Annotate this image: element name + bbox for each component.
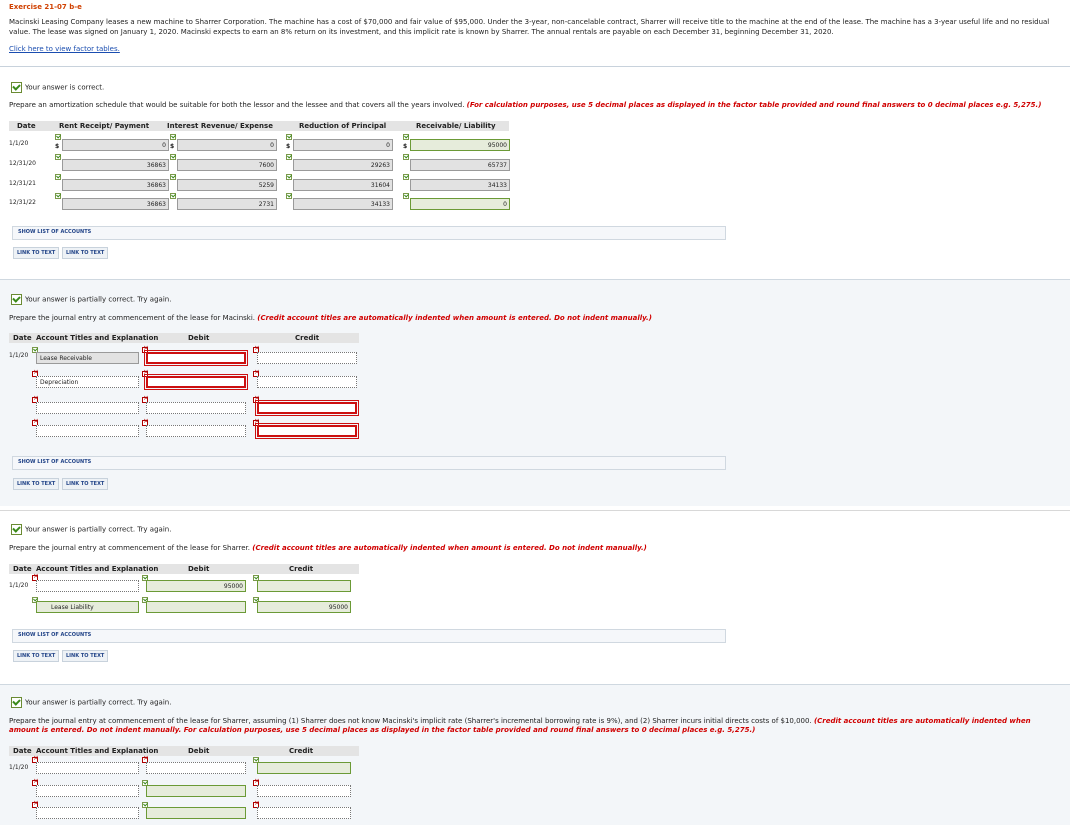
reduction-input[interactable]: 31604 [293, 179, 393, 191]
rent-input[interactable]: 36863 [62, 198, 169, 210]
balance-input[interactable]: 65737 [410, 159, 510, 171]
rent-input[interactable]: 36863 [62, 179, 169, 191]
instruction: Prepare the journal entry at commencemen… [9, 717, 1031, 734]
table-header: Date Rent Receipt/ Payment Interest Reve… [9, 121, 509, 131]
instruction: Prepare the journal entry at commencemen… [9, 544, 647, 552]
reduction-input[interactable]: 34133 [293, 198, 393, 210]
show-accounts-button[interactable]: SHOW LIST OF ACCOUNTS [15, 457, 94, 467]
accounts-bar [12, 629, 726, 643]
checkmark-icon [11, 697, 22, 708]
account-input[interactable]: Depreciation [36, 376, 139, 388]
link-to-text-button[interactable]: LINK TO TEXT [13, 478, 60, 490]
debit-input[interactable] [146, 762, 246, 774]
debit-input[interactable] [146, 402, 246, 414]
debit-input[interactable] [146, 785, 246, 797]
status-partial: Your answer is partially correct. Try ag… [11, 697, 171, 708]
balance-input[interactable]: 34133 [410, 179, 510, 191]
exercise-title: Exercise 21-07 b-e [9, 3, 82, 11]
interest-input[interactable]: 5259 [177, 179, 277, 191]
instruction: Prepare the journal entry at commencemen… [9, 314, 652, 322]
credit-input[interactable] [255, 400, 359, 416]
journal-header: Date Account Titles and Explanation Debi… [9, 333, 359, 343]
debit-input[interactable]: 95000 [146, 580, 246, 592]
status-partial: Your answer is partially correct. Try ag… [11, 524, 171, 535]
credit-input[interactable] [257, 376, 357, 388]
credit-input[interactable] [257, 785, 351, 797]
check-icon [170, 174, 176, 180]
check-icon [55, 193, 61, 199]
debit-input[interactable] [144, 350, 248, 366]
link-to-text-button[interactable]: LINK TO TEXT [13, 247, 60, 259]
interest-input[interactable]: 0 [177, 139, 277, 151]
debit-input[interactable] [146, 601, 246, 613]
check-icon [286, 154, 292, 160]
link-to-text-button[interactable]: LINK TO TEXT [62, 247, 109, 259]
rent-input[interactable]: 0 [62, 139, 169, 151]
account-input[interactable] [36, 807, 139, 819]
link-to-text-button[interactable]: LINK TO TEXT [13, 650, 60, 662]
debit-input[interactable] [144, 374, 248, 390]
checkmark-icon [11, 294, 22, 305]
accounts-bar [12, 456, 726, 470]
problem-text: Macinski Leasing Company leases a new ma… [9, 18, 1050, 36]
account-input[interactable]: Lease Receivable [36, 352, 139, 364]
check-icon [55, 174, 61, 180]
check-icon [286, 193, 292, 199]
status-partial: Your answer is partially correct. Try ag… [11, 294, 171, 305]
account-input[interactable] [36, 402, 139, 414]
check-icon [55, 134, 61, 140]
check-icon [286, 134, 292, 140]
check-icon [403, 154, 409, 160]
link-to-text-button[interactable]: LINK TO TEXT [62, 650, 109, 662]
balance-input[interactable]: 0 [410, 198, 510, 210]
reduction-input[interactable]: 0 [293, 139, 393, 151]
check-icon [403, 193, 409, 199]
reduction-input[interactable]: 29263 [293, 159, 393, 171]
check-icon [403, 134, 409, 140]
account-input[interactable] [36, 785, 139, 797]
section-sharrer-entry [0, 510, 1070, 681]
checkmark-icon [11, 524, 22, 535]
credit-input[interactable]: 95000 [257, 601, 351, 613]
account-input[interactable]: Lease Liability [36, 601, 139, 613]
rent-input[interactable]: 36863 [62, 159, 169, 171]
credit-input[interactable] [257, 352, 357, 364]
credit-input[interactable] [257, 580, 351, 592]
balance-input[interactable]: 95000 [410, 139, 510, 151]
check-icon [170, 134, 176, 140]
show-accounts-button[interactable]: SHOW LIST OF ACCOUNTS [15, 227, 94, 237]
interest-input[interactable]: 7600 [177, 159, 277, 171]
link-to-text-button[interactable]: LINK TO TEXT [62, 478, 109, 490]
status-correct: Your answer is correct. [11, 82, 104, 93]
checkmark-icon [11, 82, 22, 93]
check-icon [170, 193, 176, 199]
credit-input[interactable] [255, 423, 359, 439]
factor-tables-link[interactable]: Click here to view factor tables. [9, 45, 120, 53]
account-input[interactable] [36, 580, 139, 592]
debit-input[interactable] [146, 807, 246, 819]
check-icon [170, 154, 176, 160]
check-icon [403, 174, 409, 180]
check-icon [55, 154, 61, 160]
account-input[interactable] [36, 425, 139, 437]
credit-input[interactable] [257, 807, 351, 819]
debit-input[interactable] [146, 425, 246, 437]
journal-header: Date Account Titles and Explanation Debi… [9, 564, 359, 574]
check-icon [286, 174, 292, 180]
journal-header: Date Account Titles and Explanation Debi… [9, 746, 359, 756]
accounts-bar [12, 226, 726, 240]
account-input[interactable] [36, 762, 139, 774]
show-accounts-button[interactable]: SHOW LIST OF ACCOUNTS [15, 630, 94, 640]
interest-input[interactable]: 2731 [177, 198, 277, 210]
instruction: Prepare an amortization schedule that wo… [9, 101, 1042, 109]
credit-input[interactable] [257, 762, 351, 774]
